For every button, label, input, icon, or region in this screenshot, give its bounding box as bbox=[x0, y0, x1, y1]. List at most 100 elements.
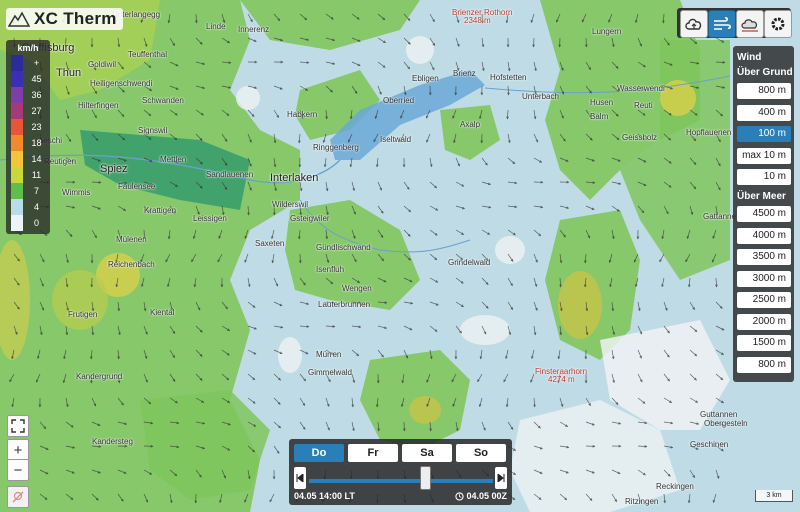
place-label: Schwanden bbox=[142, 96, 184, 105]
legend-row: + bbox=[6, 55, 50, 71]
place-label: Oberried bbox=[383, 96, 415, 105]
wind-arrow bbox=[91, 180, 102, 184]
level-amsl-button[interactable]: 2000 m bbox=[737, 313, 791, 330]
day-tab[interactable]: Do bbox=[294, 444, 344, 462]
place-label: Guttannen bbox=[700, 410, 738, 419]
day-tab[interactable]: Sa bbox=[402, 444, 452, 462]
legend-row: 7 bbox=[6, 183, 50, 199]
place-label: Heiligenschwendi bbox=[90, 79, 153, 88]
legend-row: 0 bbox=[6, 215, 50, 231]
level-agl-button[interactable]: 100 m bbox=[737, 126, 791, 142]
day-tab[interactable]: Fr bbox=[348, 444, 398, 462]
skip-forward-icon bbox=[497, 474, 505, 482]
wind-arrow bbox=[715, 60, 726, 64]
place-label: Reuti bbox=[634, 101, 653, 110]
legend-label: 36 bbox=[31, 90, 42, 100]
legend-swatch bbox=[11, 87, 23, 103]
level-amsl-button[interactable]: 2500 m bbox=[737, 292, 791, 308]
day-tab[interactable]: So bbox=[456, 444, 506, 462]
time-slider-thumb[interactable] bbox=[419, 466, 431, 490]
level-amsl-button[interactable]: 4500 m bbox=[737, 206, 791, 222]
place-label: Axalp bbox=[460, 120, 481, 129]
utc-time: 04.05 00Z bbox=[466, 491, 507, 501]
place-label: Reichenbach bbox=[108, 260, 155, 269]
time-back-button[interactable] bbox=[294, 467, 306, 489]
snow-spot-2 bbox=[495, 236, 525, 264]
wind-arrow bbox=[532, 37, 536, 48]
place-label: Saxeten bbox=[255, 239, 285, 248]
fullscreen-icon bbox=[11, 419, 25, 433]
place-label: Iseltwald bbox=[380, 135, 412, 144]
legend-label: 11 bbox=[31, 170, 42, 180]
place-label: Kiental bbox=[150, 308, 175, 317]
thermal-button[interactable] bbox=[736, 10, 764, 38]
no-location-icon bbox=[12, 491, 24, 503]
place-label: Gündlischwand bbox=[316, 243, 371, 252]
level-amsl-button[interactable]: 3500 m bbox=[737, 249, 791, 265]
mountain-logo-icon bbox=[8, 11, 30, 27]
snow-spot-4 bbox=[406, 36, 434, 64]
legend-row: 23 bbox=[6, 119, 50, 135]
level-amsl-button[interactable]: 4000 m bbox=[737, 227, 791, 244]
place-label: Ebligen bbox=[412, 74, 439, 83]
app-title: XC Therm bbox=[34, 9, 117, 28]
snow-spot-1 bbox=[460, 315, 510, 345]
wind-map[interactable] bbox=[0, 0, 800, 512]
place-label: Wasserwendi bbox=[617, 84, 665, 93]
legend-row: 27 bbox=[6, 103, 50, 119]
legend-unit: km/h bbox=[17, 43, 39, 53]
place-label: Obergesteln bbox=[704, 419, 748, 428]
place-label: Goldiwil bbox=[88, 60, 117, 69]
legend-label: 18 bbox=[31, 138, 42, 148]
wind-speed-legend: km/h +45 36 27 23 18 14 11 7 4 0 bbox=[6, 40, 50, 234]
zoom-in-button[interactable]: + bbox=[7, 439, 29, 461]
place-label: Hilterfingen bbox=[78, 101, 119, 110]
legend-row: 14 bbox=[6, 151, 50, 167]
app-logo[interactable]: XC Therm bbox=[6, 8, 123, 30]
place-label: Krattigen bbox=[144, 206, 177, 215]
legend-swatch bbox=[11, 55, 23, 71]
fullscreen-button[interactable] bbox=[7, 415, 29, 437]
wind-button[interactable] bbox=[708, 10, 736, 38]
level-panel: Wind Über Grund 800 m 400 m 100 m max 10 m 10 … bbox=[733, 46, 794, 382]
place-label: Geissholz bbox=[622, 133, 658, 142]
place-label: Spiez bbox=[100, 163, 128, 175]
legend-swatch bbox=[11, 151, 23, 167]
location-button[interactable] bbox=[7, 486, 29, 508]
legend-swatch bbox=[11, 199, 23, 215]
place-label: Innerenz bbox=[238, 25, 270, 34]
wind-spot-frutigen bbox=[52, 270, 108, 330]
place-label: Lauterbrunnen bbox=[318, 300, 371, 309]
weather-button[interactable] bbox=[680, 10, 708, 38]
snow-spot-5 bbox=[236, 86, 260, 110]
level-amsl-button[interactable]: 3000 m bbox=[737, 270, 791, 287]
place-label: Wilderswil bbox=[272, 200, 308, 209]
level-agl-button[interactable]: 400 m bbox=[737, 104, 791, 121]
level-heading: Über Grund bbox=[737, 67, 793, 78]
place-label: Wimmis bbox=[62, 188, 91, 197]
legend-swatch bbox=[11, 167, 23, 183]
place-label: Hofstetten bbox=[490, 73, 527, 82]
time-slider[interactable] bbox=[309, 479, 493, 483]
legend-label: 45 bbox=[31, 74, 42, 84]
level-amsl-button[interactable]: 800 m bbox=[737, 356, 791, 373]
place-label: Gimmelwald bbox=[308, 368, 353, 377]
level-amsl-button[interactable]: 1500 m bbox=[737, 335, 791, 351]
place-label: Mürren bbox=[316, 350, 342, 359]
time-forward-button[interactable] bbox=[495, 467, 507, 489]
place-label: Mettlen bbox=[160, 155, 187, 164]
level-agl-button[interactable]: 800 m bbox=[737, 83, 791, 99]
level-agl-button[interactable]: 10 m bbox=[737, 169, 791, 185]
place-label: Leissigen bbox=[193, 214, 227, 223]
place-label: Sandlauenen bbox=[206, 170, 254, 179]
settings-button[interactable] bbox=[764, 10, 792, 38]
place-label: Mülenen bbox=[116, 235, 147, 244]
place-label: Wengen bbox=[342, 284, 372, 293]
snow-spot-3 bbox=[278, 337, 302, 373]
legend-row: 4 bbox=[6, 199, 50, 215]
cloud-upload-icon bbox=[685, 18, 702, 30]
place-label: Geschinen bbox=[690, 440, 729, 449]
legend-label: 23 bbox=[31, 122, 42, 132]
level-agl-button[interactable]: max 10 m bbox=[737, 147, 791, 164]
zoom-out-button[interactable]: − bbox=[7, 459, 29, 481]
